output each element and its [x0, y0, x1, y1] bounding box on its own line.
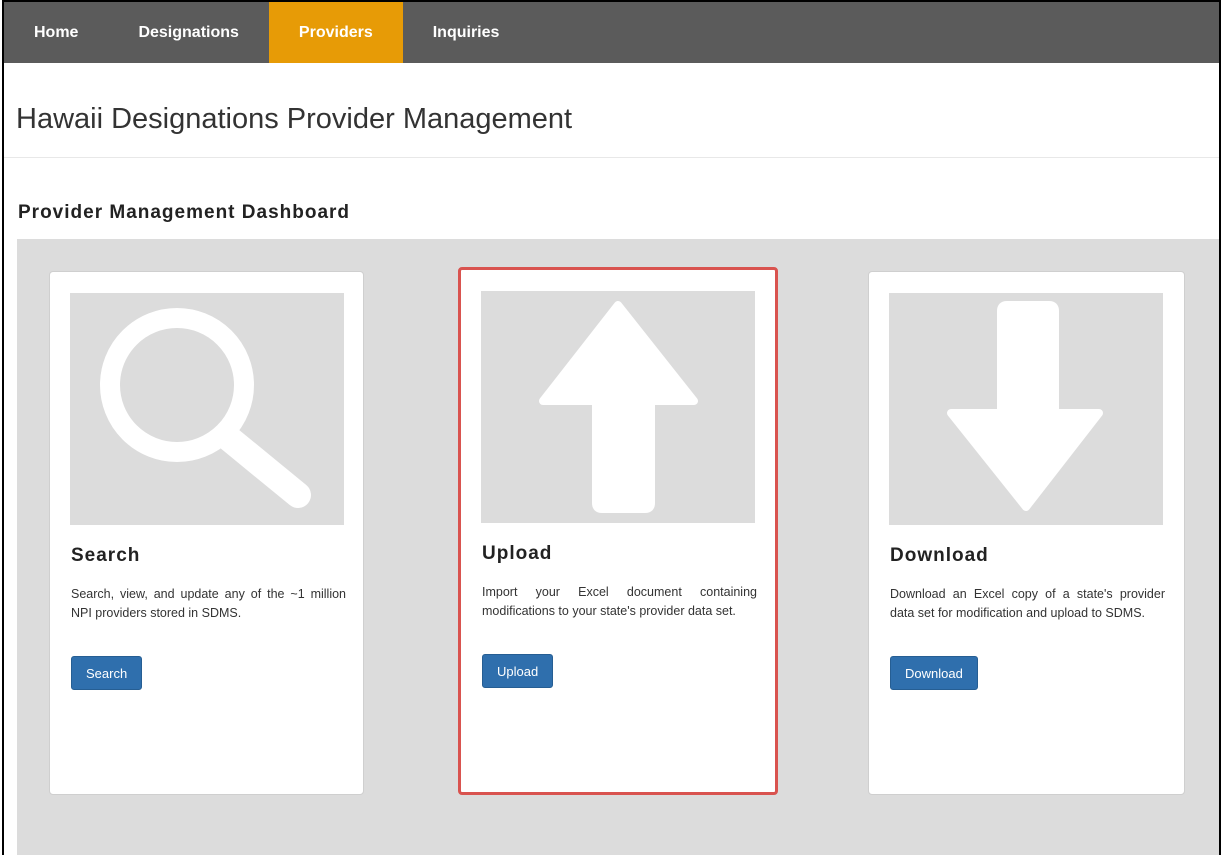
upload-card-title: Upload	[482, 543, 553, 564]
upload-card-image	[481, 291, 755, 523]
search-card: Search Search, view, and update any of t…	[49, 271, 364, 795]
upload-card-description: Import your Excel document containing mo…	[482, 585, 757, 618]
top-navbar: Home Designations Providers Inquiries	[4, 0, 1219, 63]
search-card-image	[70, 293, 344, 525]
upload-card: Upload Import your Excel document contai…	[458, 267, 778, 795]
nav-home[interactable]: Home	[4, 2, 108, 63]
download-card-image	[889, 293, 1163, 525]
page-title: Hawaii Designations Provider Management	[16, 103, 573, 135]
nav-inquiries[interactable]: Inquiries	[403, 2, 530, 63]
nav-designations[interactable]: Designations	[108, 2, 268, 63]
dashboard-title: Provider Management Dashboard	[18, 202, 351, 223]
dashboard-panel: Search Search, view, and update any of t…	[17, 239, 1219, 855]
download-card-title: Download	[890, 545, 989, 566]
search-button[interactable]: Search	[71, 656, 143, 690]
nav-providers[interactable]: Providers	[268, 2, 403, 63]
search-card-description: Search, view, and update any of the ~1 m…	[71, 587, 346, 620]
download-card-description: Download an Excel copy of a state's prov…	[890, 587, 1165, 620]
search-card-title: Search	[71, 545, 141, 566]
download-card: Download Download an Excel copy of a sta…	[868, 271, 1185, 795]
upload-arrow-icon	[539, 301, 698, 513]
title-divider	[4, 157, 1219, 158]
download-button[interactable]: Download	[890, 656, 978, 690]
magnifying-glass-icon	[100, 308, 311, 508]
download-arrow-icon	[947, 301, 1103, 511]
upload-button[interactable]: Upload	[482, 654, 554, 688]
app-frame: Home Designations Providers Inquiries Ha…	[2, 0, 1221, 855]
